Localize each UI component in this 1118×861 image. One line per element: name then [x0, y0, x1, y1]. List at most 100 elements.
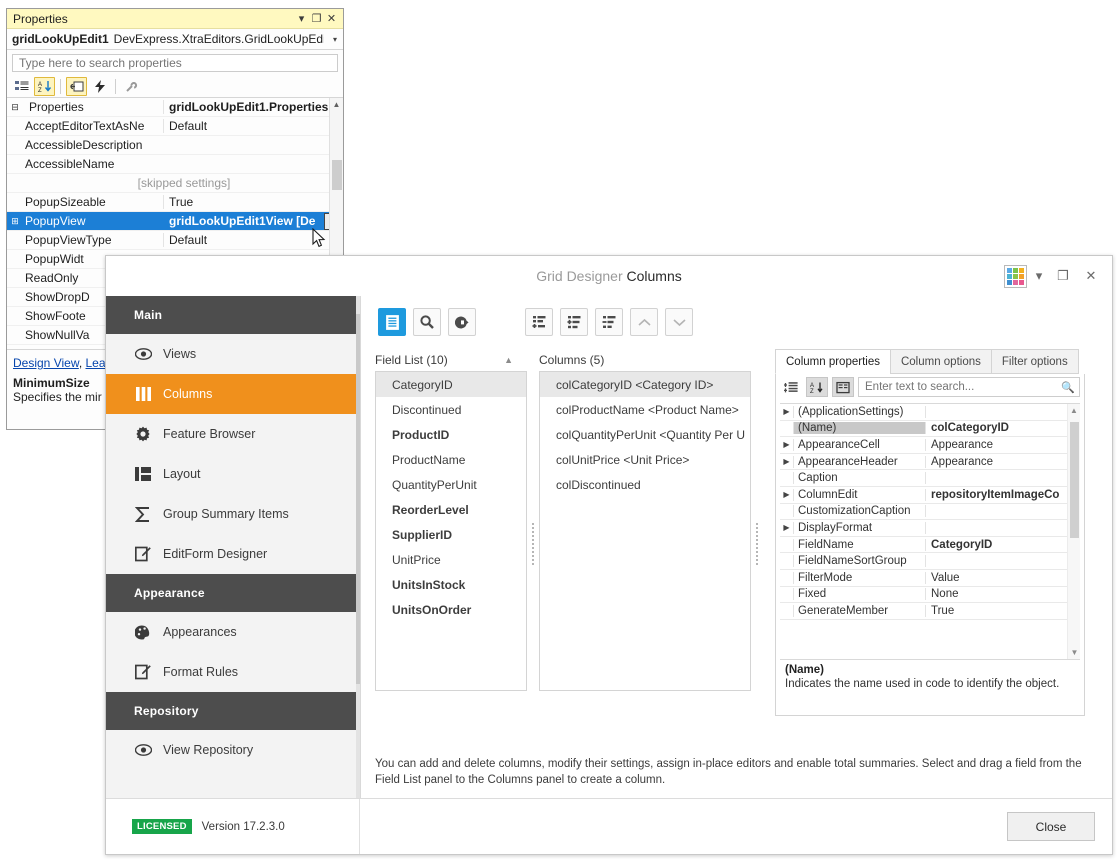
- maximize-icon[interactable]: ❐: [309, 11, 324, 26]
- property-value[interactable]: Value: [926, 572, 1080, 584]
- property-row[interactable]: ▶ AppearanceHeader Appearance: [780, 454, 1080, 471]
- list-item[interactable]: ProductID: [376, 422, 526, 447]
- property-pages-icon[interactable]: [121, 77, 142, 96]
- window-menu-icon[interactable]: ▾: [294, 11, 309, 26]
- skin-chooser-icon[interactable]: [1002, 263, 1028, 289]
- move-down-button[interactable]: [665, 308, 693, 336]
- export-button[interactable]: [448, 308, 476, 336]
- property-row[interactable]: AccessibleDescription: [7, 136, 343, 155]
- scroll-up-icon[interactable]: ▲: [1068, 404, 1080, 417]
- property-row[interactable]: PopupViewType Default: [7, 231, 343, 250]
- property-row[interactable]: ▶ (ApplicationSettings): [780, 404, 1080, 421]
- property-row[interactable]: GenerateMember True: [780, 603, 1080, 620]
- design-view-link[interactable]: Design View: [13, 356, 79, 370]
- sidebar-item-group-summary-items[interactable]: Group Summary Items: [106, 494, 360, 534]
- property-row[interactable]: FilterMode Value: [780, 570, 1080, 587]
- list-item[interactable]: Discontinued: [376, 397, 526, 422]
- collapse-icon[interactable]: ▲: [504, 355, 527, 365]
- sidebar-item-views[interactable]: Views: [106, 334, 360, 374]
- property-row[interactable]: AccessibleName: [7, 155, 343, 174]
- properties-search-box[interactable]: [12, 54, 338, 72]
- object-selector[interactable]: gridLookUpEdit1 DevExpress.XtraEditors.G…: [7, 29, 343, 50]
- expand-all-icon[interactable]: [780, 377, 802, 397]
- list-item[interactable]: colQuantityPerUnit <Quantity Per U: [540, 422, 750, 447]
- sidebar-item-layout[interactable]: Layout: [106, 454, 360, 494]
- expander-icon[interactable]: ▶: [780, 490, 793, 499]
- sidebar-item-appearances[interactable]: Appearances: [106, 612, 360, 652]
- list-item[interactable]: CategoryID: [376, 372, 526, 397]
- tab-column-properties[interactable]: Column properties: [775, 349, 891, 374]
- events-icon[interactable]: [89, 77, 110, 96]
- list-item[interactable]: UnitPrice: [376, 547, 526, 572]
- categorized-icon[interactable]: [11, 77, 32, 96]
- list-item[interactable]: ProductName: [376, 447, 526, 472]
- property-row-popupview[interactable]: ⊞ PopupView gridLookUpEdit1View [De ...: [7, 212, 343, 231]
- alphabetical-sort-icon[interactable]: A Z: [34, 77, 55, 96]
- property-row[interactable]: FieldNameSortGroup: [780, 553, 1080, 570]
- property-row[interactable]: Caption: [780, 470, 1080, 487]
- list-item[interactable]: colUnitPrice <Unit Price>: [540, 447, 750, 472]
- property-value[interactable]: True: [163, 195, 343, 209]
- search-input[interactable]: [17, 55, 333, 71]
- scroll-down-icon[interactable]: ▼: [1068, 646, 1080, 659]
- sort-alphabetical-icon[interactable]: AZ: [806, 377, 828, 397]
- expander-icon[interactable]: ▶: [780, 440, 793, 449]
- list-item[interactable]: UnitsOnOrder: [376, 597, 526, 622]
- chevron-down-icon[interactable]: ▾: [1030, 263, 1048, 289]
- search-input[interactable]: [863, 380, 1061, 394]
- property-row[interactable]: ▶ AppearanceCell Appearance: [780, 437, 1080, 454]
- sidebar-item-columns[interactable]: Columns: [106, 374, 360, 414]
- expander-icon[interactable]: ▶: [780, 457, 793, 466]
- remove-column-button[interactable]: [595, 308, 623, 336]
- property-value[interactable]: Default: [163, 233, 343, 247]
- expander-icon[interactable]: ⊟: [7, 102, 23, 113]
- property-search-box[interactable]: 🔍: [858, 377, 1080, 397]
- expander-icon[interactable]: ▶: [780, 407, 793, 416]
- pane-splitter[interactable]: [527, 348, 539, 740]
- maximize-icon[interactable]: ❐: [1050, 263, 1076, 289]
- list-item[interactable]: colDiscontinued: [540, 472, 750, 497]
- property-row[interactable]: CustomizationCaption: [780, 504, 1080, 521]
- field-list[interactable]: CategoryID Discontinued ProductID Produc…: [375, 371, 527, 691]
- learn-more-link[interactable]: Lea: [86, 356, 106, 370]
- nav-scrollbar[interactable]: [356, 296, 360, 798]
- close-button[interactable]: Close: [1007, 812, 1095, 841]
- list-item[interactable]: colProductName <Product Name>: [540, 397, 750, 422]
- search-button[interactable]: [413, 308, 441, 336]
- list-item[interactable]: ReorderLevel: [376, 497, 526, 522]
- property-row[interactable]: ⊟ Properties gridLookUpEdit1.Properties: [7, 98, 343, 117]
- property-grid-scrollbar[interactable]: ▲ ▼: [1067, 404, 1080, 659]
- scrollbar-thumb[interactable]: [1070, 422, 1079, 538]
- property-value[interactable]: CategoryID: [926, 539, 1080, 551]
- property-value[interactable]: True: [926, 605, 1080, 617]
- property-row-name[interactable]: (Name) colCategoryID: [780, 421, 1080, 438]
- properties-icon[interactable]: [66, 77, 87, 96]
- property-row[interactable]: AcceptEditorTextAsNe Default: [7, 117, 343, 136]
- property-row[interactable]: ▶ DisplayFormat: [780, 520, 1080, 537]
- add-column-button[interactable]: [525, 308, 553, 336]
- scrollbar-thumb[interactable]: [356, 314, 360, 684]
- list-item[interactable]: UnitsInStock: [376, 572, 526, 597]
- expander-icon[interactable]: ⊞: [7, 216, 23, 227]
- property-row[interactable]: Fixed None: [780, 587, 1080, 604]
- sidebar-item-format-rules[interactable]: Format Rules: [106, 652, 360, 692]
- search-icon[interactable]: 🔍: [1061, 381, 1075, 394]
- property-value[interactable]: gridLookUpEdit1View [De: [163, 214, 324, 228]
- list-item[interactable]: colCategoryID <Category ID>: [540, 372, 750, 397]
- pane-splitter[interactable]: [751, 348, 763, 740]
- chevron-down-icon[interactable]: ▾: [329, 35, 341, 44]
- property-value[interactable]: repositoryItemImageCo: [926, 489, 1080, 501]
- sidebar-item-editform-designer[interactable]: EditForm Designer: [106, 534, 360, 574]
- tab-column-options[interactable]: Column options: [890, 349, 992, 374]
- tab-filter-options[interactable]: Filter options: [991, 349, 1079, 374]
- sidebar-item-feature-browser[interactable]: Feature Browser: [106, 414, 360, 454]
- expander-icon[interactable]: ▶: [780, 523, 793, 532]
- close-icon[interactable]: ✕: [324, 11, 339, 26]
- insert-column-button[interactable]: [560, 308, 588, 336]
- property-row[interactable]: PopupSizeable True: [7, 193, 343, 212]
- move-up-button[interactable]: [630, 308, 658, 336]
- scroll-up-icon[interactable]: ▲: [330, 98, 343, 112]
- columns-list[interactable]: colCategoryID <Category ID> colProductNa…: [539, 371, 751, 691]
- property-value[interactable]: Default: [163, 119, 343, 133]
- property-value[interactable]: None: [926, 588, 1080, 600]
